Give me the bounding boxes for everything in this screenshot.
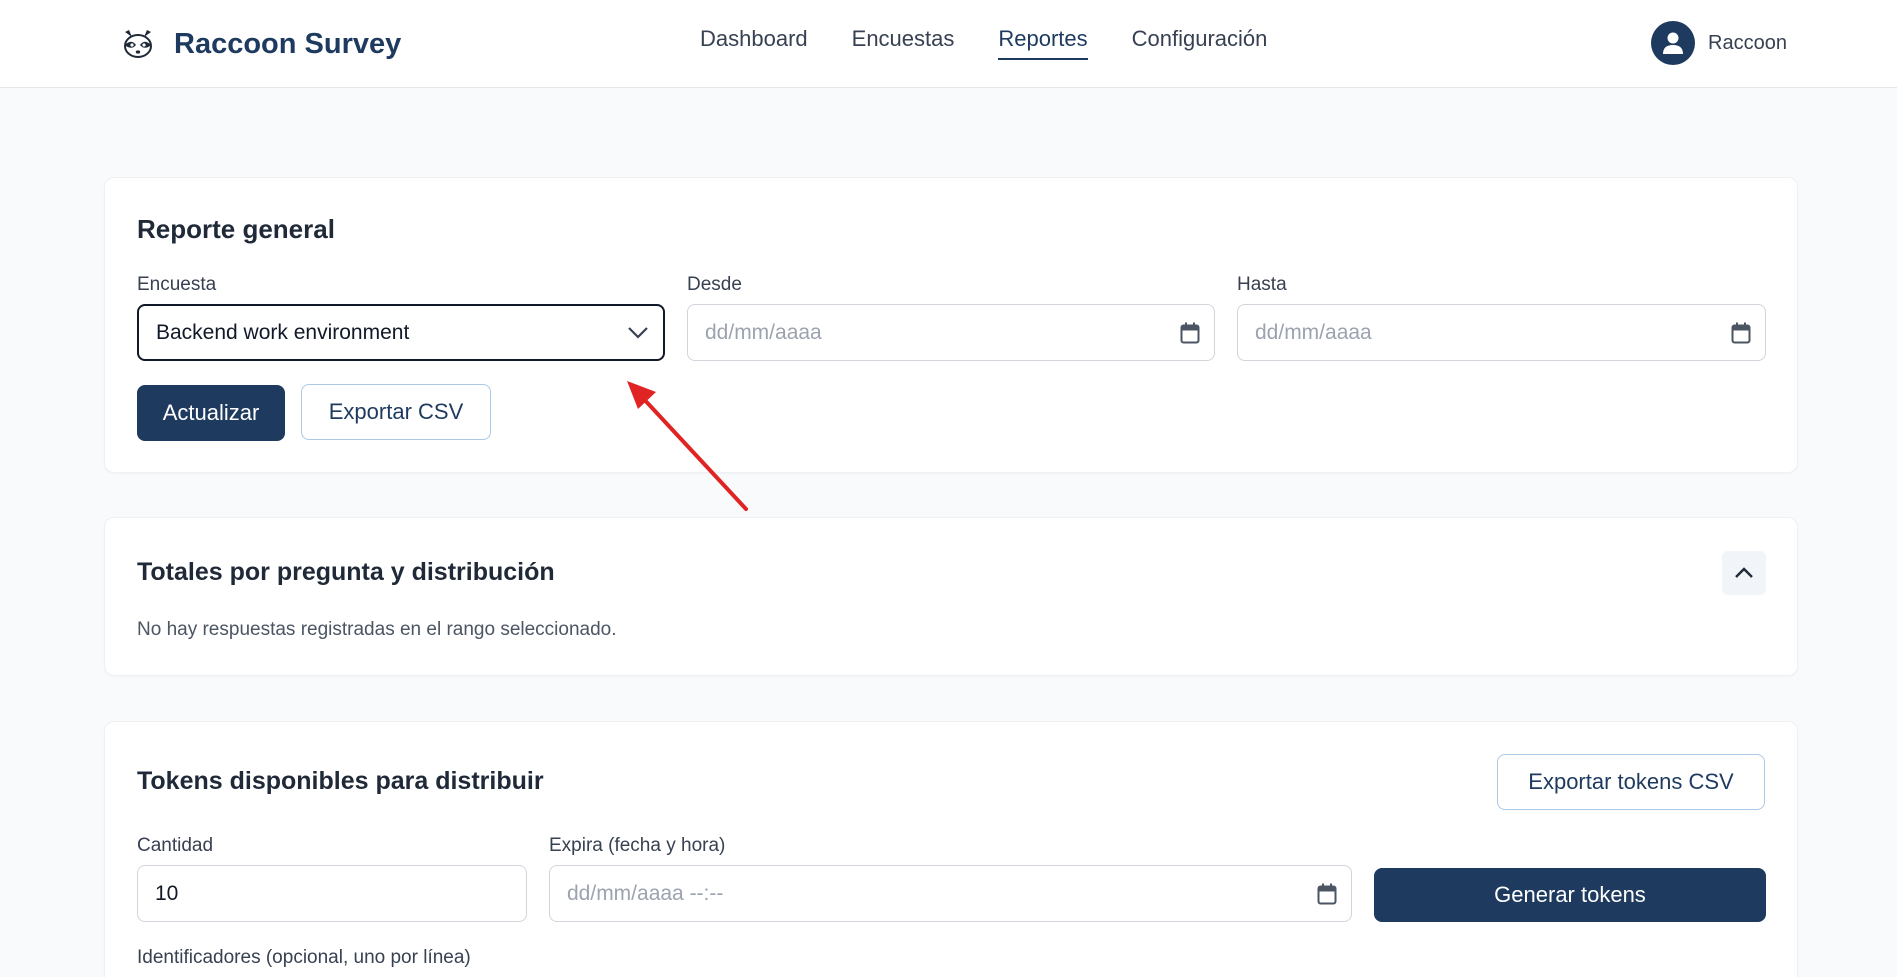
quantity-value: 10 <box>155 881 179 905</box>
user-menu[interactable]: Raccoon <box>1651 21 1787 65</box>
expires-label: Expira (fecha y hora) <box>549 835 726 856</box>
survey-select-value: Backend work environment <box>156 320 410 344</box>
survey-label: Encuesta <box>137 274 217 295</box>
nav-dashboard[interactable]: Dashboard <box>700 26 808 60</box>
raccoon-icon <box>124 30 152 58</box>
totals-title: Totales por pregunta y distribución <box>137 558 555 586</box>
export-csv-button[interactable]: Exportar CSV <box>301 384 491 440</box>
quantity-input[interactable]: 10 <box>137 865 527 922</box>
from-date-input[interactable]: dd/mm/aaaa <box>687 304 1215 361</box>
brand[interactable]: Raccoon Survey <box>120 24 401 64</box>
totals-card: Totales por pregunta y distribución No h… <box>104 517 1798 676</box>
avatar[interactable] <box>1651 21 1695 65</box>
user-name: Raccoon <box>1708 31 1787 54</box>
expires-placeholder: dd/mm/aaaa --:-- <box>567 881 724 905</box>
to-date-placeholder: dd/mm/aaaa <box>1255 320 1372 344</box>
update-button[interactable]: Actualizar <box>137 385 285 441</box>
expires-datetime-input[interactable]: dd/mm/aaaa --:-- <box>549 865 1352 922</box>
chevron-down-icon <box>627 326 649 340</box>
nav-configuracion[interactable]: Configuración <box>1132 26 1268 60</box>
identifiers-label: Identificadores (opcional, uno por línea… <box>137 947 471 968</box>
report-card: Reporte general Encuesta Backend work en… <box>104 177 1798 473</box>
main-nav: Dashboard Encuestas Reportes Configuraci… <box>700 26 1311 60</box>
user-icon <box>1663 32 1683 54</box>
to-date-input[interactable]: dd/mm/aaaa <box>1237 304 1766 361</box>
app-name: Raccoon Survey <box>174 27 402 60</box>
empty-state-message: No hay respuestas registradas en el rang… <box>137 619 617 640</box>
chevron-up-icon <box>1735 567 1753 578</box>
nav-encuestas[interactable]: Encuestas <box>852 26 955 60</box>
nav-reportes[interactable]: Reportes <box>998 26 1088 60</box>
from-label: Desde <box>687 274 742 295</box>
collapse-button[interactable] <box>1722 551 1766 595</box>
tokens-title: Tokens disponibles para distribuir <box>137 767 544 795</box>
tokens-card: Tokens disponibles para distribuir Expor… <box>104 721 1798 977</box>
export-tokens-csv-button[interactable]: Exportar tokens CSV <box>1497 754 1765 810</box>
calendar-icon[interactable] <box>1180 322 1200 344</box>
quantity-label: Cantidad <box>137 835 214 856</box>
generate-tokens-button[interactable]: Generar tokens <box>1374 868 1766 922</box>
from-date-placeholder: dd/mm/aaaa <box>705 320 822 344</box>
calendar-icon[interactable] <box>1317 883 1337 905</box>
report-title: Reporte general <box>137 214 335 244</box>
calendar-icon[interactable] <box>1731 322 1751 344</box>
survey-select[interactable]: Backend work environment <box>137 304 665 361</box>
top-navbar: Raccoon Survey Dashboard Encuestas Repor… <box>0 0 1897 88</box>
to-label: Hasta <box>1237 274 1287 295</box>
